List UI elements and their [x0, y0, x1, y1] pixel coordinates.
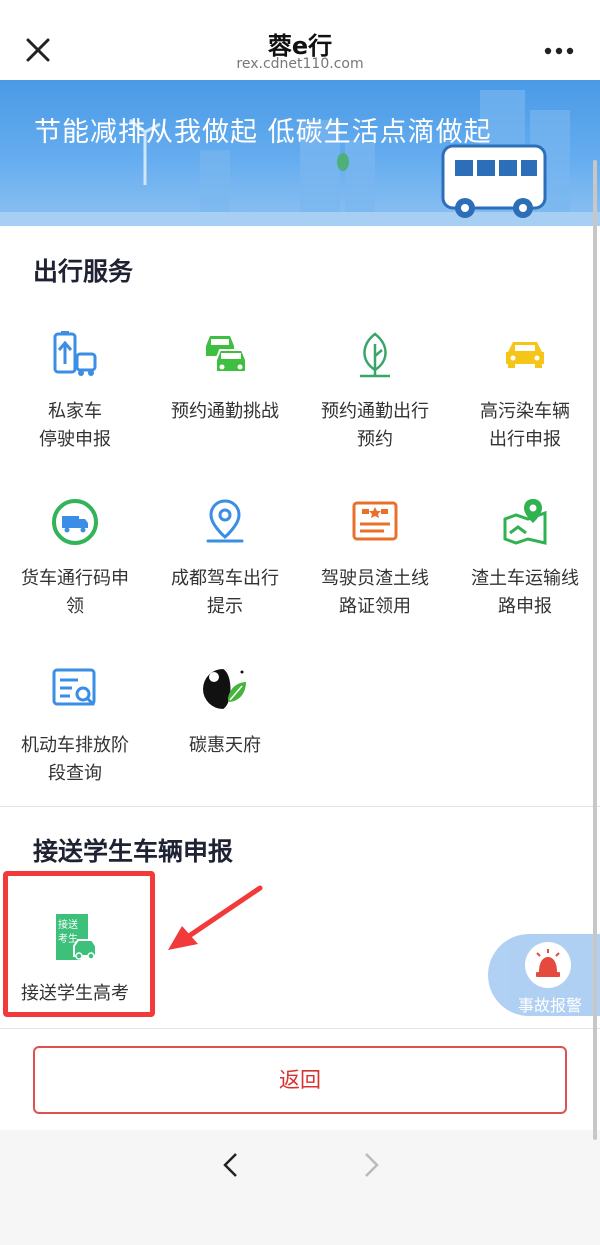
service-private-car-suspension[interactable]: 私家车 停驶申报 [0, 330, 150, 454]
page-url: rex.cdnet110.com [236, 56, 364, 72]
service-truck-pass-code[interactable]: 货车通行码申 领 [0, 497, 150, 621]
location-icon [206, 499, 244, 543]
top-nav-bar: 蓉e行 rex.cdnet110.com [0, 0, 600, 80]
service-high-pollution-vehicle[interactable]: 高污染车辆 出行申报 [450, 330, 600, 454]
section-divider [0, 1028, 600, 1029]
city-illustration [0, 90, 600, 226]
section-title-student-transport: 接送学生车辆申报 [33, 837, 234, 866]
service-muck-truck-route[interactable]: 渣土车运输线 路申报 [450, 497, 600, 621]
chevron-left-icon[interactable] [218, 1150, 242, 1180]
scrollbar[interactable] [593, 160, 597, 1140]
service-commute-challenge[interactable]: 预约通勤挑战 [150, 330, 300, 426]
accident-icon-circle [525, 942, 571, 988]
service-label: 高污染车辆 出行申报 [480, 401, 570, 450]
service-label: 成都驾车出行 提示 [171, 568, 279, 617]
map-route-icon [503, 499, 547, 545]
cars-icon [206, 336, 247, 373]
more-icon[interactable] [544, 46, 574, 56]
back-button[interactable]: 返回 [33, 1046, 567, 1114]
service-emission-stage-query[interactable]: 机动车排放阶 段查询 [0, 664, 150, 788]
service-label: 货车通行码申 领 [21, 568, 129, 617]
service-label: 碳惠天府 [189, 735, 261, 756]
section-divider [0, 806, 600, 807]
chevron-right-icon[interactable] [360, 1150, 384, 1180]
service-label: 预约通勤出行 预约 [321, 401, 429, 450]
service-label: 预约通勤挑战 [171, 401, 279, 422]
pointer-arrow-icon [168, 885, 263, 950]
search-doc-icon [52, 668, 96, 707]
service-label: 驾驶员渣土线 路证领用 [321, 568, 429, 617]
highlight-box [3, 871, 155, 1017]
banner: 节能减排从我做起 低碳生活点滴做起 [0, 80, 600, 226]
accident-report-label: 事故报警 [518, 996, 583, 1015]
service-label: 私家车 停驶申报 [39, 401, 111, 450]
panda-logo-icon [203, 669, 246, 709]
truck-code-icon [52, 499, 98, 545]
alarm-light-icon [536, 949, 560, 977]
service-carbon-tianfu[interactable]: 碳惠天府 [150, 664, 300, 760]
bottom-nav-bar [0, 1130, 600, 1245]
service-driving-tips[interactable]: 成都驾车出行 提示 [150, 497, 300, 621]
service-driver-route-permit[interactable]: 驾驶员渣土线 路证领用 [300, 497, 450, 621]
service-label: 机动车排放阶 段查询 [21, 735, 129, 784]
accident-report-button[interactable]: 事故报警 [488, 934, 600, 1016]
leaf-icon [360, 332, 390, 378]
banner-slogan: 节能减排从我做起 低碳生活点滴做起 [34, 117, 492, 148]
service-commute-reservation[interactable]: 预约通勤出行 预约 [300, 330, 450, 454]
section-title-travel-services: 出行服务 [33, 257, 134, 286]
car-icon [506, 342, 544, 368]
private-car-icon [53, 331, 97, 376]
license-card-icon [352, 501, 398, 541]
service-label: 渣土车运输线 路申报 [471, 568, 579, 617]
